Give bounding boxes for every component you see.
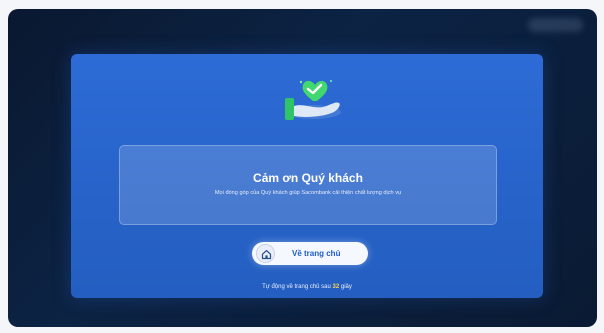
countdown-suffix: giây — [340, 284, 352, 290]
card-subtitle: Mọi đóng góp của Quý khách giúp Sacomban… — [214, 190, 402, 196]
message-card: Cảm ơn Quý khách Mọi đóng góp của Quý kh… — [119, 145, 497, 225]
kiosk-screen: Cảm ơn Quý khách Mọi đóng góp của Quý kh… — [8, 9, 597, 327]
card-title: Cảm ơn Quý khách — [253, 171, 363, 185]
top-right-indicator — [528, 18, 583, 32]
countdown-seconds: 32 — [332, 284, 340, 290]
thank-you-dialog: Cảm ơn Quý khách Mọi đóng góp của Quý kh… — [71, 54, 543, 298]
home-button-label: Về trang chủ — [292, 249, 341, 258]
home-icon — [261, 250, 272, 260]
home-button[interactable]: Về trang chủ — [252, 242, 368, 265]
countdown-prefix: Tự động về trang chủ sau — [262, 284, 331, 290]
heart-in-hand-icon — [285, 80, 341, 120]
home-icon-badge — [256, 244, 275, 263]
auto-redirect-countdown: Tự động về trang chủ sau 32 giây — [71, 283, 543, 291]
